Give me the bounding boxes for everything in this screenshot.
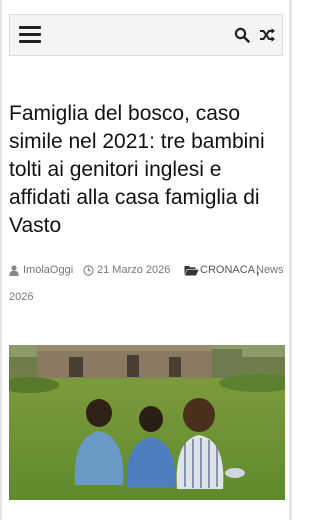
post-date: 21 Marzo 2026 — [83, 258, 170, 282]
author-info[interactable]: ImolaOggi — [9, 258, 73, 282]
author-name[interactable]: ImolaOggi — [23, 258, 73, 282]
left-edge — [0, 0, 2, 520]
hamburger-menu-icon[interactable] — [19, 26, 41, 44]
article-title: Famiglia del bosco, caso simile nel 2021… — [9, 102, 265, 237]
top-navigation-bar — [9, 14, 283, 56]
user-icon — [9, 264, 19, 276]
category-link-cronaca[interactable]: CRONACA — [200, 258, 255, 282]
featured-image[interactable] — [9, 345, 285, 500]
post-date-text: 21 Marzo 2026 — [97, 264, 171, 276]
folder-open-icon — [184, 265, 199, 275]
clock-icon — [83, 264, 94, 276]
right-edge — [289, 0, 292, 520]
categories: CRONACA, — [184, 258, 261, 282]
news-year[interactable]: 2026 — [9, 285, 33, 309]
shuffle-icon[interactable] — [259, 27, 276, 43]
search-icon[interactable] — [234, 27, 250, 43]
category-link-news[interactable]: News — [256, 258, 284, 282]
